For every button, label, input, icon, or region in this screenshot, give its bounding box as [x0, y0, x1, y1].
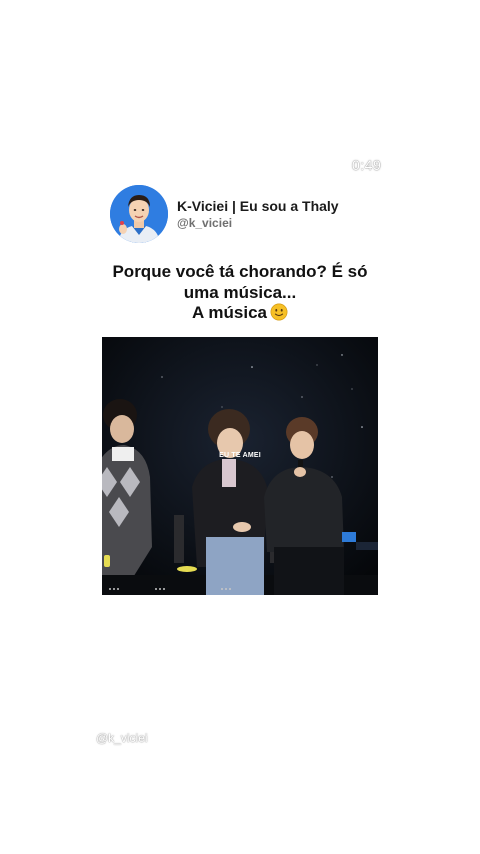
slightly-smiling-face-emoji-icon	[270, 303, 288, 321]
caption-line-3-wrap: A música	[100, 303, 380, 324]
post-header: K-Viciei | Eu sou a Thaly @k_viciei	[110, 185, 339, 243]
video-subtitle: EU TE AMEI	[219, 452, 261, 459]
video-timestamp: 0:49	[352, 157, 382, 173]
video-frame-image	[102, 337, 378, 595]
avatar[interactable]	[110, 185, 168, 243]
account-names: K-Viciei | Eu sou a Thaly @k_viciei	[177, 198, 339, 230]
post-caption: Porque você tá chorando? É só uma música…	[100, 262, 380, 324]
display-name[interactable]: K-Viciei | Eu sou a Thaly	[177, 198, 339, 215]
caption-line-3: A música	[192, 303, 267, 322]
caption-line-2: uma música...	[183, 282, 297, 302]
reel-screen: 0:49 K-Viciei | Eu sou a Thaly @k_viciei…	[0, 0, 480, 854]
watermark-handle: @k_viciei	[96, 731, 148, 745]
video-player[interactable]: EU TE AMEI	[102, 337, 378, 595]
avatar-portrait-image	[110, 185, 168, 243]
caption-line-1: Porque você tá chorando? É só	[112, 262, 368, 281]
username-handle[interactable]: @k_viciei	[177, 216, 339, 230]
